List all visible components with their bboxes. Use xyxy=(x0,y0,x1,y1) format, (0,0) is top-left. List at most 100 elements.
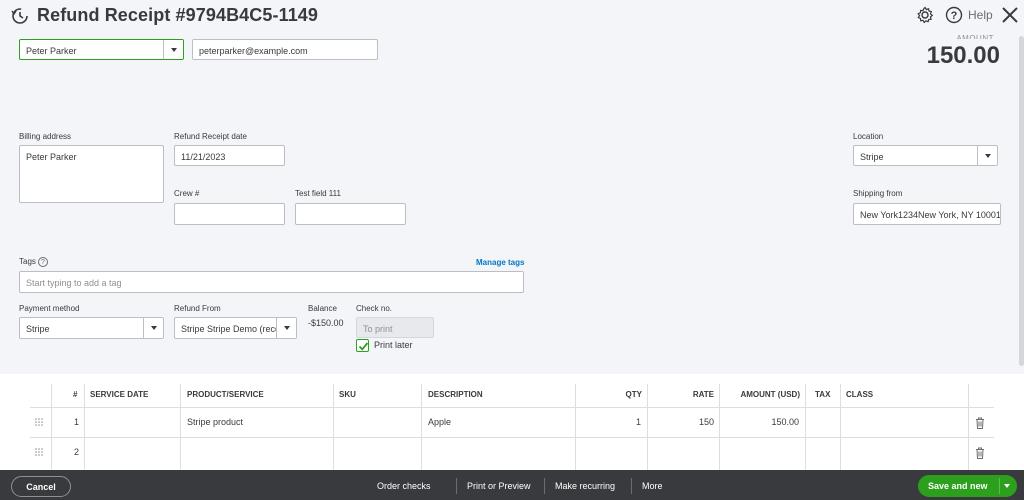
column-divider xyxy=(84,384,85,470)
header-divider xyxy=(30,407,994,408)
column-divider xyxy=(333,384,334,470)
tags-placeholder: Start typing to add a tag xyxy=(26,278,122,288)
column-divider xyxy=(575,384,576,470)
column-divider xyxy=(421,384,422,470)
location-select[interactable]: Stripe xyxy=(853,145,998,166)
col-header-description: DESCRIPTION xyxy=(428,390,483,399)
help-label[interactable]: Help xyxy=(968,8,993,22)
payment-method-label: Payment method xyxy=(19,304,80,313)
manage-tags-link[interactable]: Manage tags xyxy=(476,258,524,267)
customer-select[interactable]: Peter Parker xyxy=(19,39,184,60)
shipping-label: Shipping from xyxy=(853,189,903,198)
amount-total: 150.00 xyxy=(926,42,1000,69)
row-num: 2 xyxy=(74,447,80,457)
history-icon[interactable] xyxy=(11,7,29,25)
help-icon[interactable]: ? xyxy=(945,6,963,24)
cell-amount[interactable]: 150.00 xyxy=(771,417,799,427)
print-later-checkbox[interactable] xyxy=(356,339,369,352)
cell-description[interactable]: Apple xyxy=(428,417,451,427)
footer-divider xyxy=(544,478,545,494)
balance-label: Balance xyxy=(308,304,337,313)
scrollbar[interactable] xyxy=(1019,36,1024,366)
tags-input[interactable]: Start typing to add a tag xyxy=(19,271,524,293)
shipping-value: New York1234New York, NY 10001 xyxy=(860,210,1001,220)
col-header-service-date: SERVICE DATE xyxy=(90,390,149,399)
balance-value: -$150.00 xyxy=(308,318,344,328)
refund-date-field[interactable]: 11/21/2023 xyxy=(174,145,285,166)
customer-value: Peter Parker xyxy=(26,46,77,56)
more-link[interactable]: More xyxy=(642,481,663,491)
column-divider xyxy=(51,384,52,470)
check-no-label: Check no. xyxy=(356,304,393,313)
col-header-tax: TAX xyxy=(815,390,831,399)
row-num: 1 xyxy=(74,417,80,427)
gear-icon[interactable] xyxy=(916,6,934,24)
payment-method-select[interactable]: Stripe xyxy=(19,317,164,339)
location-label: Location xyxy=(853,132,884,141)
amount-label: Amount xyxy=(956,34,994,39)
billing-value: Peter Parker xyxy=(26,152,77,162)
refund-from-value: Stripe Stripe Demo (record xyxy=(181,324,289,334)
col-header-rate: RATE xyxy=(692,390,714,399)
line-items-table: # SERVICE DATE PRODUCT/SERVICE SKU DESCR… xyxy=(0,374,1024,470)
test-field-label: Test field 111 xyxy=(295,189,341,198)
chevron-down-icon[interactable] xyxy=(276,318,296,338)
drag-handle-icon[interactable] xyxy=(35,448,43,456)
billing-label: Billing address xyxy=(19,132,72,141)
order-checks-link[interactable]: Order checks xyxy=(377,481,431,491)
svg-text:?: ? xyxy=(951,10,958,22)
cell-qty[interactable]: 1 xyxy=(636,417,641,427)
header: Refund Receipt #9794B4C5-1149 ? Help xyxy=(0,0,1024,34)
column-divider xyxy=(180,384,181,470)
col-header-num: # xyxy=(73,390,78,399)
column-divider xyxy=(647,384,648,470)
footer-divider xyxy=(631,478,632,494)
col-header-sku: SKU xyxy=(339,390,356,399)
col-header-product: PRODUCT/SERVICE xyxy=(187,390,264,399)
row-divider xyxy=(30,437,994,438)
email-value: peterparker@example.com xyxy=(199,46,308,56)
test-field-input[interactable] xyxy=(295,203,406,225)
check-no-field: To print xyxy=(356,317,434,338)
close-icon[interactable] xyxy=(1000,5,1020,25)
payment-method-value: Stripe xyxy=(26,324,50,334)
email-field[interactable]: peterparker@example.com xyxy=(192,39,378,60)
cell-product[interactable]: Stripe product xyxy=(187,417,243,427)
tags-help-icon[interactable]: ? xyxy=(37,257,48,267)
refund-date-value: 11/21/2023 xyxy=(181,152,226,162)
refund-date-label: Refund Receipt date xyxy=(174,132,247,141)
cell-rate[interactable]: 150 xyxy=(699,417,714,427)
check-icon xyxy=(358,342,369,351)
chevron-down-icon[interactable] xyxy=(163,40,183,59)
column-divider xyxy=(840,384,841,470)
location-value: Stripe xyxy=(860,152,884,162)
crew-label: Crew # xyxy=(174,189,200,198)
save-and-new-label: Save and new xyxy=(928,481,988,491)
check-no-placeholder: To print xyxy=(363,324,393,334)
print-preview-link[interactable]: Print or Preview xyxy=(467,481,531,491)
billing-address-field[interactable]: Peter Parker xyxy=(19,145,164,203)
cancel-button[interactable]: Cancel xyxy=(11,476,71,497)
col-header-class: CLASS xyxy=(846,390,874,399)
tags-label-text: Tags xyxy=(19,257,36,267)
trash-icon[interactable] xyxy=(975,447,985,459)
page-title: Refund Receipt #9794B4C5-1149 xyxy=(37,5,319,25)
shipping-from-field[interactable]: New York1234New York, NY 10001 xyxy=(853,203,1001,225)
chevron-down-icon[interactable] xyxy=(143,318,163,338)
refund-from-select[interactable]: Stripe Stripe Demo (record xyxy=(174,317,297,339)
footer-divider xyxy=(456,478,457,494)
column-divider xyxy=(719,384,720,470)
column-divider xyxy=(805,384,806,470)
make-recurring-link[interactable]: Make recurring xyxy=(555,481,615,491)
print-later-label[interactable]: Print later xyxy=(374,340,413,350)
save-divider xyxy=(999,478,1000,494)
col-header-qty: QTY xyxy=(625,390,642,399)
column-divider xyxy=(968,384,969,470)
trash-icon[interactable] xyxy=(975,417,985,429)
drag-handle-icon[interactable] xyxy=(35,418,43,426)
chevron-down-icon[interactable] xyxy=(977,146,997,165)
refund-from-label: Refund From xyxy=(174,304,221,313)
chevron-down-icon[interactable] xyxy=(1004,484,1010,488)
save-and-new-button[interactable]: Save and new xyxy=(918,475,1017,497)
crew-field[interactable] xyxy=(174,203,285,225)
